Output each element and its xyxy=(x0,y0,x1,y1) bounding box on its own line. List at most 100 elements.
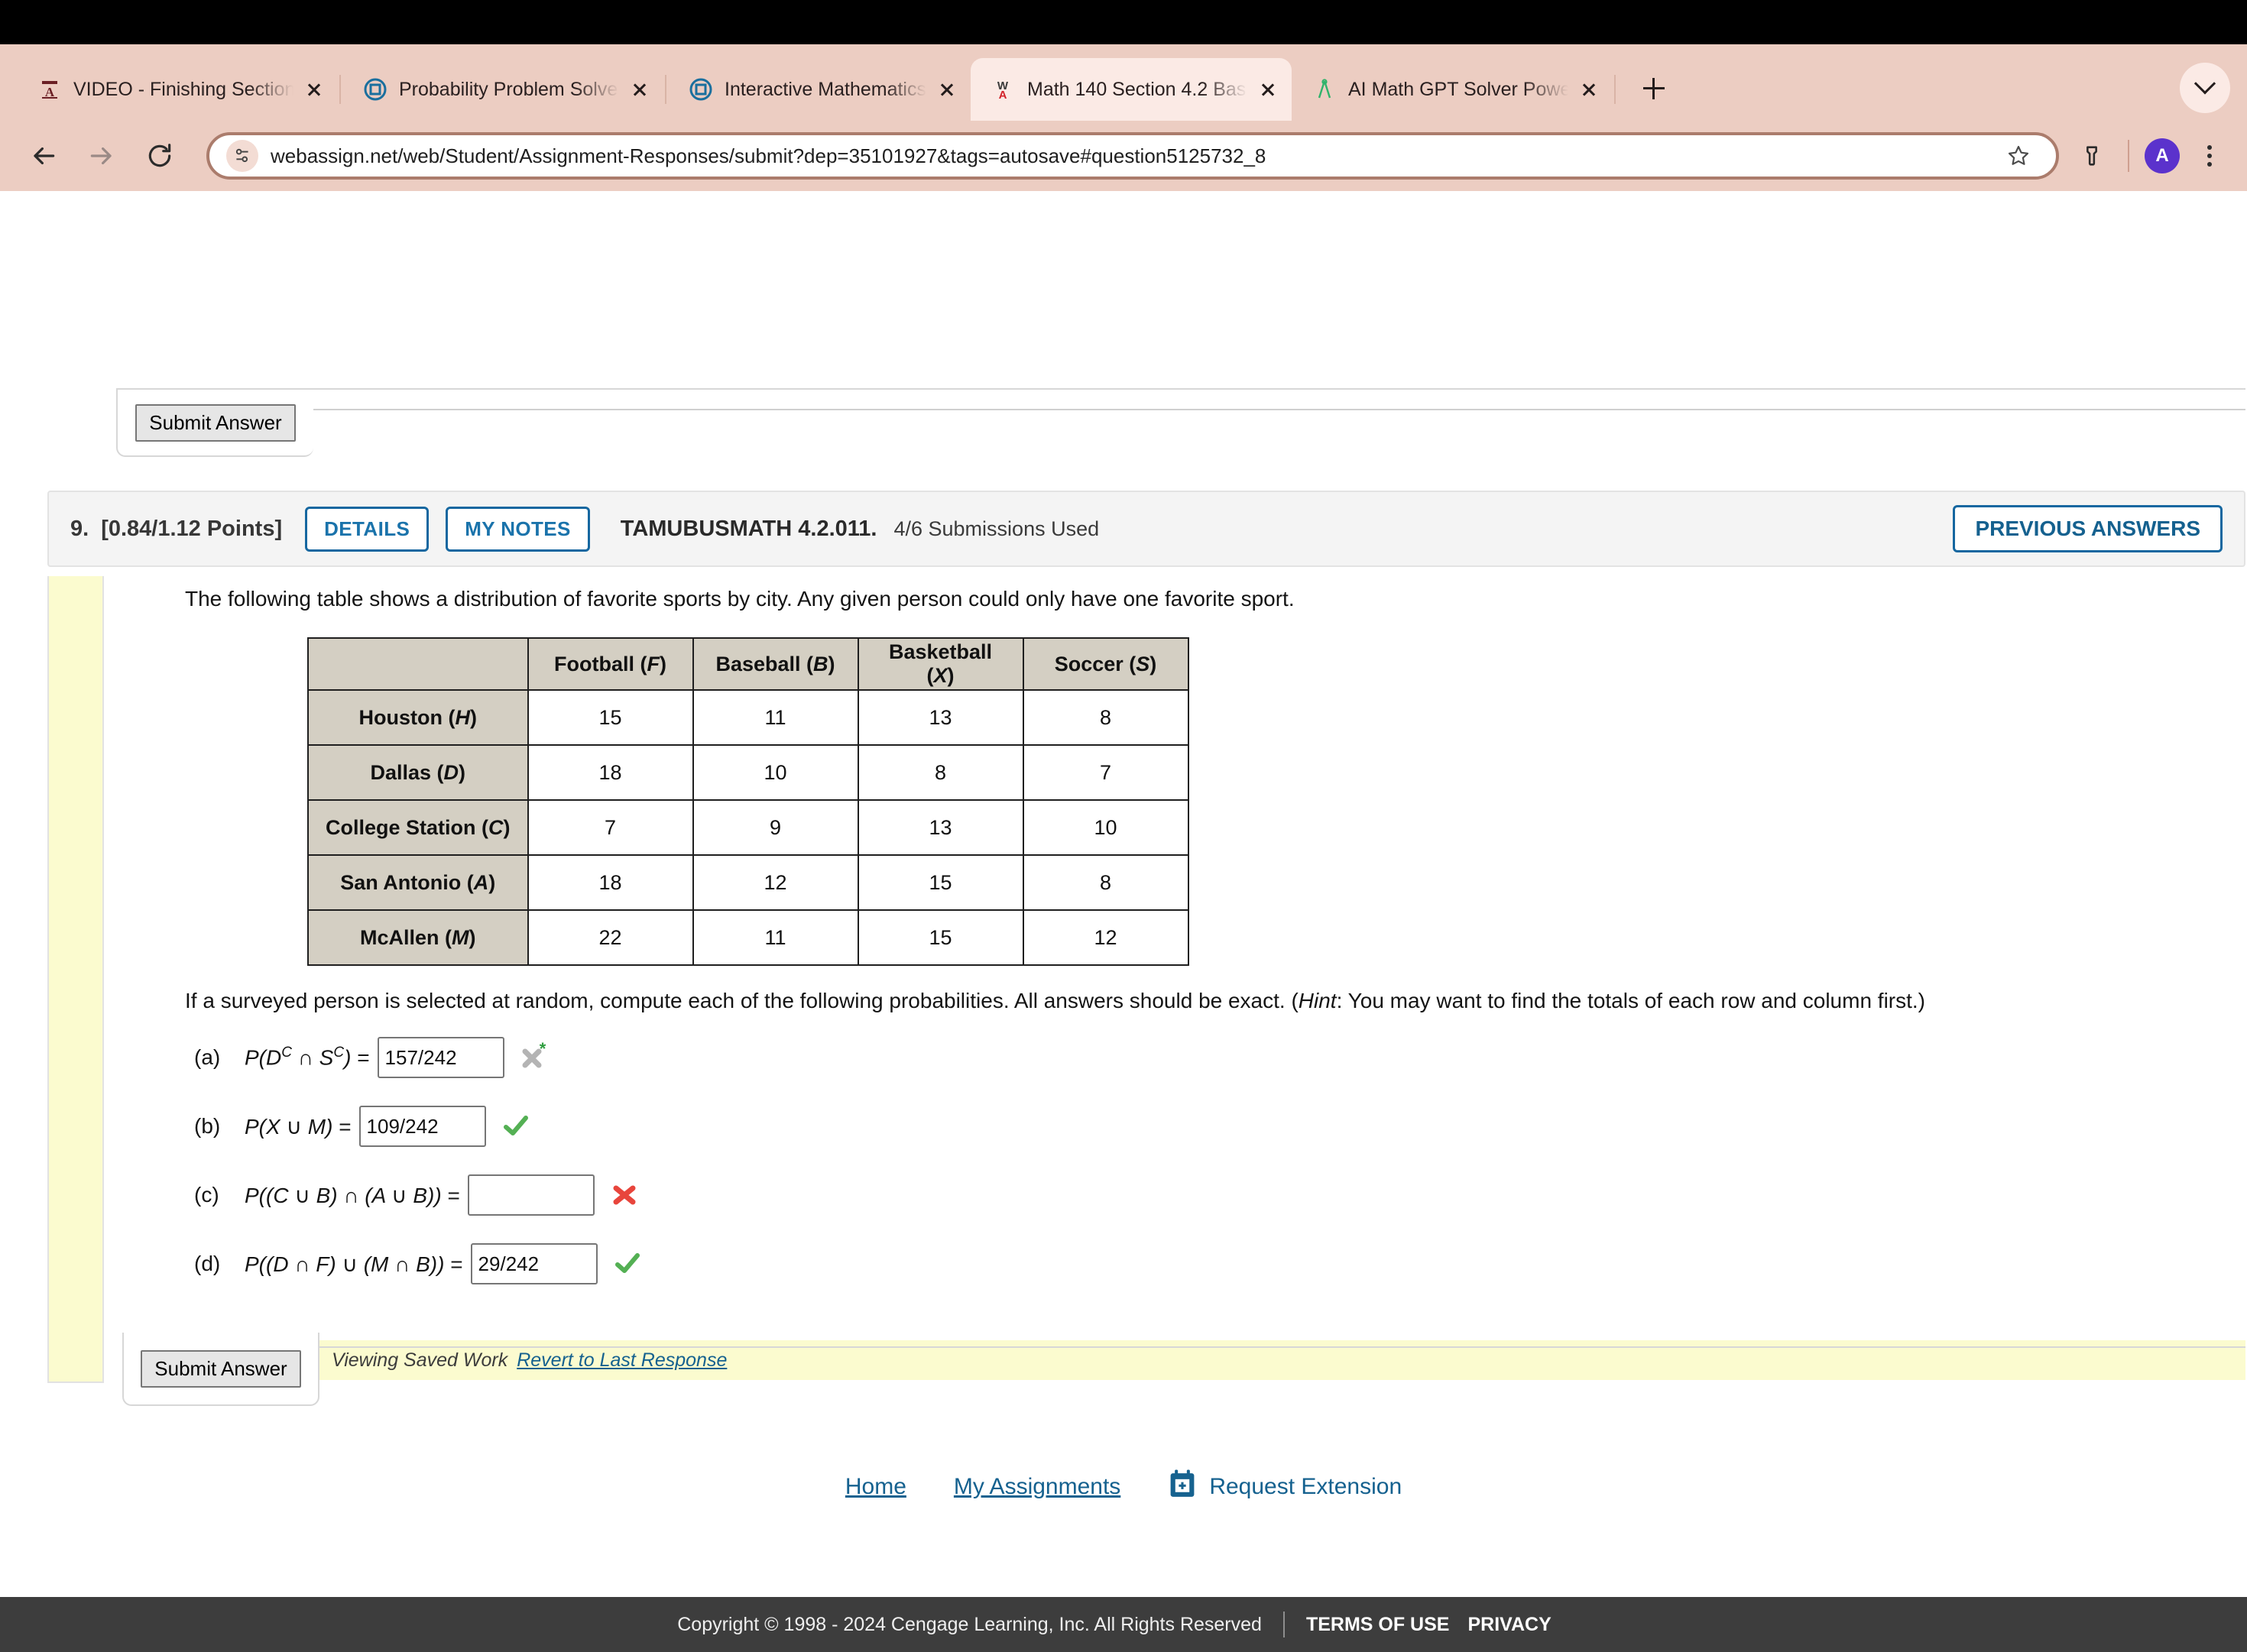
copyright-text: Copyright © 1998 - 2024 Cengage Learning… xyxy=(677,1613,1262,1635)
cell-dallas-basketball: 8 xyxy=(857,744,1024,801)
answer-label-a: (a) xyxy=(194,1045,221,1069)
webassign-page: Submit Answer 9. [0.84/1.12 Points] DETA… xyxy=(0,191,2247,1652)
browser-tab-2[interactable]: Probability Problem Solver | W xyxy=(342,58,663,121)
close-icon[interactable] xyxy=(301,76,327,102)
answer-label-b: (b) xyxy=(194,1114,221,1138)
new-tab-button[interactable] xyxy=(1631,66,1677,112)
close-icon[interactable] xyxy=(934,76,960,102)
toolbar-right-group: A xyxy=(2071,135,2227,177)
answer-label-c: (c) xyxy=(194,1183,219,1207)
submit-answer-button-top[interactable]: Submit Answer xyxy=(135,403,296,442)
question-body: The following table shows a distribution… xyxy=(47,576,2245,1386)
tab-strip: A VIDEO - Finishing Section 4-2 Probabil… xyxy=(0,44,2247,121)
details-button[interactable]: DETAILS xyxy=(305,506,430,552)
answer-input-c[interactable] xyxy=(467,1174,595,1216)
answer-row-a: (a) P(DC ∩ SC) = * xyxy=(194,1033,2233,1082)
browser-tab-5-title: AI Math GPT Solver Powered b xyxy=(1348,78,1568,100)
titlebar-spacer xyxy=(0,0,2247,44)
browser-tab-2-title: Probability Problem Solver | W xyxy=(399,78,619,100)
question-points: [0.84/1.12 Points] xyxy=(101,516,283,541)
revert-to-last-response-link[interactable]: Revert to Last Response xyxy=(517,1349,727,1372)
answer-input-b[interactable] xyxy=(358,1106,486,1147)
avatar[interactable]: A xyxy=(2145,138,2180,173)
site-settings-icon[interactable] xyxy=(226,140,258,172)
row-header-san-antonio: San Antonio (A) xyxy=(307,854,529,911)
cell-mcallen-soccer: 12 xyxy=(1022,909,1189,966)
extensions-icon[interactable] xyxy=(2071,135,2112,177)
tab-divider xyxy=(665,75,666,104)
submit-answer-button-bottom[interactable]: Submit Answer xyxy=(141,1349,301,1388)
previous-question-card-bottom-border xyxy=(116,388,2245,390)
panel-top-divider xyxy=(313,409,2245,410)
question-header: 9. [0.84/1.12 Points] DETAILS MY NOTES T… xyxy=(47,491,2245,567)
table-corner-cell xyxy=(307,637,529,691)
row-header-houston: Houston (H) xyxy=(307,689,529,746)
kebab-menu-icon[interactable] xyxy=(2192,138,2227,173)
my-assignments-link[interactable]: My Assignments xyxy=(954,1474,1120,1500)
answer-expression-c: P((C ∪ B) ∩ (A ∪ B)) = xyxy=(245,1183,460,1207)
close-icon[interactable] xyxy=(1255,76,1281,102)
browser-tab-5[interactable]: AI Math GPT Solver Powered b xyxy=(1292,58,1613,121)
site-footer: Copyright © 1998 - 2024 Cengage Learning… xyxy=(0,1597,2247,1652)
cell-dallas-soccer: 7 xyxy=(1022,744,1189,801)
calendar-plus-icon xyxy=(1168,1469,1197,1505)
table-row: College Station (C) 7 9 13 10 xyxy=(307,799,1189,856)
star-icon[interactable] xyxy=(2001,138,2036,173)
home-link[interactable]: Home xyxy=(845,1474,906,1500)
footer-divider xyxy=(1282,1612,1285,1637)
cell-college-station-basketball: 13 xyxy=(857,799,1024,856)
cell-san-antonio-baseball: 12 xyxy=(692,854,859,911)
table-row: McAllen (M) 22 11 15 12 xyxy=(307,909,1189,966)
terms-of-use-link[interactable]: TERMS OF USE xyxy=(1306,1614,1450,1636)
row-header-dallas: Dallas (D) xyxy=(307,744,529,801)
answer-row-c: (c) P((C ∪ B) ∩ (A ∪ B)) = xyxy=(194,1171,2233,1220)
my-notes-button[interactable]: MY NOTES xyxy=(446,506,590,552)
answer-row-d: (d) P((D ∩ F) ∪ (M ∩ B)) = xyxy=(194,1239,2233,1288)
previous-answers-button[interactable]: PREVIOUS ANSWERS xyxy=(1953,505,2223,552)
cell-san-antonio-soccer: 8 xyxy=(1022,854,1189,911)
question-code: TAMUBUSMATH 4.2.011. xyxy=(620,516,877,541)
submit-answer-container-top: Submit Answer xyxy=(116,390,313,457)
answer-label-d: (d) xyxy=(194,1252,221,1275)
table-row: Dallas (D) 18 10 8 7 xyxy=(307,744,1189,801)
cell-mcallen-football: 22 xyxy=(527,909,694,966)
chevron-down-icon xyxy=(2194,73,2216,95)
toolbar-divider xyxy=(2128,140,2129,172)
tab-list-button[interactable] xyxy=(2180,63,2230,113)
question-number: 9. xyxy=(70,516,89,541)
table-row: Houston (H) 15 11 13 8 xyxy=(307,689,1189,746)
answer-input-a[interactable] xyxy=(377,1037,504,1078)
forward-arrow-icon[interactable] xyxy=(78,132,125,180)
grey-x-with-asterisk-icon: * xyxy=(517,1040,552,1075)
close-icon[interactable] xyxy=(627,76,653,102)
back-arrow-icon[interactable] xyxy=(20,132,67,180)
question-intro-text: The following table shows a distribution… xyxy=(185,587,1295,611)
cell-college-station-soccer: 10 xyxy=(1022,799,1189,856)
reload-icon[interactable] xyxy=(136,132,183,180)
browser-tab-1[interactable]: A VIDEO - Finishing Section 4-2 xyxy=(17,58,338,121)
answer-input-d[interactable] xyxy=(470,1243,598,1284)
green-check-icon xyxy=(498,1109,533,1144)
address-bar-url: webassign.net/web/Student/Assignment-Res… xyxy=(271,144,1266,167)
cell-mcallen-baseball: 11 xyxy=(692,909,859,966)
request-extension-link[interactable]: Request Extension xyxy=(1168,1469,1402,1505)
question-content: The following table shows a distribution… xyxy=(139,576,2233,1288)
column-header-basketball: Basketball (X) xyxy=(857,637,1024,691)
column-header-baseball: Baseball (B) xyxy=(692,637,859,691)
cell-san-antonio-football: 18 xyxy=(527,854,694,911)
browser-tab-4-title: Math 140 Section 4.2 Basics o xyxy=(1027,78,1247,100)
browser-toolbar: webassign.net/web/Student/Assignment-Res… xyxy=(0,121,2247,191)
cell-dallas-baseball: 10 xyxy=(692,744,859,801)
close-icon[interactable] xyxy=(1576,76,1602,102)
square-target-icon xyxy=(688,76,714,102)
browser-tab-4-active[interactable]: WA Math 140 Section 4.2 Basics o xyxy=(971,58,1292,121)
saved-work-text: Viewing Saved Work xyxy=(332,1349,508,1371)
green-check-icon xyxy=(610,1246,645,1281)
browser-tab-3[interactable]: Interactive Mathematics xyxy=(668,58,971,121)
privacy-link[interactable]: PRIVACY xyxy=(1467,1614,1551,1636)
answer-row-b: (b) P(X ∪ M) = xyxy=(194,1102,2233,1151)
distribution-table: Football (F) Baseball (B) Basketball (X)… xyxy=(307,637,1189,966)
cell-houston-basketball: 13 xyxy=(857,689,1024,746)
address-bar[interactable]: webassign.net/web/Student/Assignment-Res… xyxy=(206,132,2059,180)
submissions-used: 4/6 Submissions Used xyxy=(893,517,1100,540)
